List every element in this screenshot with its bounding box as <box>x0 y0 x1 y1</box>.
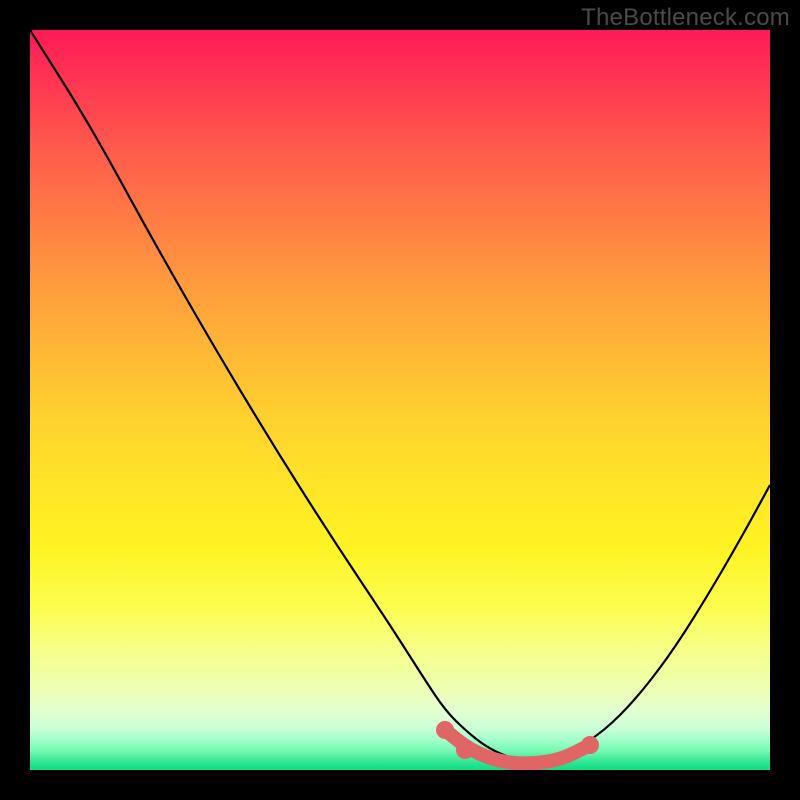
watermark-text: TheBottleneck.com <box>581 4 790 32</box>
right-curve <box>528 485 770 764</box>
curve-overlay <box>30 30 770 770</box>
highlight-dot <box>436 721 454 739</box>
left-curve <box>30 30 528 764</box>
highlight-dot <box>456 741 474 759</box>
highlight-dot <box>581 736 599 754</box>
chart-frame: TheBottleneck.com <box>0 0 800 800</box>
